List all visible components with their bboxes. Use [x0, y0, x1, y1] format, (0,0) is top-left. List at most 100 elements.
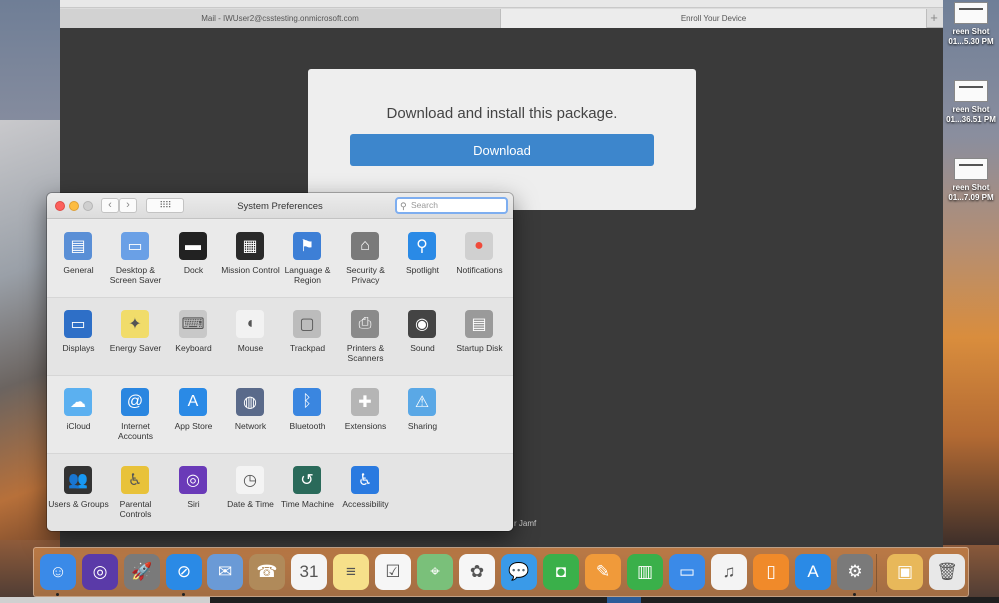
facetime-icon[interactable]: ◘	[543, 554, 579, 590]
pane-security-privacy[interactable]: ⌂ Security & Privacy	[337, 220, 394, 298]
pane-row: ▤ General ▭ Desktop & Screen Saver ▬ Dock ▦ Mis…	[47, 220, 513, 298]
finder-icon[interactable]: ☺	[40, 554, 76, 590]
general-icon: ▤	[64, 232, 92, 260]
pane-label: Dock	[183, 265, 204, 275]
bottom-edge-accent	[607, 597, 641, 603]
desktop-file-screenshot[interactable]: reen Shot 01...5.30 PM	[943, 2, 999, 47]
pane-extensions[interactable]: ✚ Extensions	[337, 376, 394, 454]
pane-bluetooth[interactable]: ᛒ Bluetooth	[279, 376, 336, 454]
desktop-file-screenshot[interactable]: reen Shot 01...36.51 PM	[943, 80, 999, 125]
pane-sharing[interactable]: ⚠ Sharing	[394, 376, 451, 454]
pane-notifications[interactable]: ● Notifications	[451, 220, 508, 298]
pane-printers-scanners[interactable]: ⎙ Printers & Scanners	[337, 298, 394, 376]
pane-mouse[interactable]: ◖ Mouse	[222, 298, 279, 376]
pane-spotlight[interactable]: ⚲ Spotlight	[394, 220, 451, 298]
energy-saver-icon: ✦	[121, 310, 149, 338]
pane-label: Mouse	[237, 343, 264, 353]
extensions-icon: ✚	[351, 388, 379, 416]
system-preferences-icon[interactable]: ⚙	[837, 554, 873, 590]
pane-mission-control[interactable]: ▦ Mission Control	[221, 220, 280, 298]
app-store-icon[interactable]: A	[795, 554, 831, 590]
trash-icon[interactable]: 🗑	[929, 554, 965, 590]
numbers-icon[interactable]: ▥	[627, 554, 663, 590]
pane-app-store[interactable]: A App Store	[165, 376, 222, 454]
pane-label: Trackpad	[289, 343, 326, 353]
contacts-icon[interactable]: ☎	[249, 554, 285, 590]
notifications-icon: ●	[465, 232, 493, 260]
mail-icon[interactable]: ✉	[207, 554, 243, 590]
running-indicator	[853, 593, 856, 596]
tab-enroll-device[interactable]: Enroll Your Device	[501, 9, 927, 28]
minimize-button[interactable]	[69, 201, 79, 211]
download-button[interactable]: Download	[350, 134, 654, 166]
zoom-button[interactable]	[83, 201, 93, 211]
pane-label: Keyboard	[175, 343, 212, 353]
search-input[interactable]: ⚲ Search	[395, 197, 508, 214]
show-all-button[interactable]: ⠿⠿	[146, 198, 184, 213]
pane-label: Users & Groups	[48, 499, 109, 509]
siri-icon[interactable]: ◎	[82, 554, 118, 590]
itunes-icon[interactable]: ♫	[711, 554, 747, 590]
pane-accessibility[interactable]: ♿ Accessibility	[337, 454, 394, 531]
browser-toolbar-strip	[60, 0, 943, 8]
pane-label: iCloud	[66, 421, 91, 431]
pane-label: Extensions	[344, 421, 387, 431]
pane-parental-controls[interactable]: ♿ Parental Controls	[107, 454, 164, 531]
pane-label: Desktop & Screen Saver	[109, 265, 162, 285]
pane-general[interactable]: ▤ General	[50, 220, 107, 298]
pane-label: App Store	[174, 421, 213, 431]
photos-icon[interactable]: ✿	[459, 554, 495, 590]
ibooks-icon[interactable]: ▯	[753, 554, 789, 590]
icloud-icon: ☁	[64, 388, 92, 416]
safari-icon[interactable]: ⊘	[166, 554, 202, 590]
pane-label: Internet Accounts	[118, 421, 153, 441]
language-region-icon: ⚑	[293, 232, 321, 260]
pane-label: Time Machine	[280, 499, 335, 509]
sound-icon: ◉	[408, 310, 436, 338]
calendar-icon[interactable]: 31	[291, 554, 327, 590]
enroll-heading: Download and install this package.	[386, 105, 618, 122]
pane-energy-saver[interactable]: ✦ Energy Saver	[107, 298, 164, 376]
tab-mail[interactable]: Mail - IWUser2@csstesting.onmicrosoft.co…	[60, 9, 501, 28]
pane-row: ▭ Displays ✦ Energy Saver ⌨ Keyboard ◖ Mouse ▢ Tr…	[47, 298, 513, 376]
launchpad-icon[interactable]: 🚀	[124, 554, 160, 590]
system-preferences-window: ‹ › ⠿⠿ System Preferences ⚲ Search ▤ Gene…	[47, 193, 513, 531]
pane-keyboard[interactable]: ⌨ Keyboard	[165, 298, 222, 376]
notes-icon[interactable]: ≡	[333, 554, 369, 590]
new-tab-button[interactable]: +	[927, 10, 941, 26]
pane-displays[interactable]: ▭ Displays	[50, 298, 107, 376]
network-icon: ◍	[236, 388, 264, 416]
close-button[interactable]	[55, 201, 65, 211]
pane-sound[interactable]: ◉ Sound	[394, 298, 451, 376]
dock-icon: ▬	[179, 232, 207, 260]
desktop-file-label: 01...5.30 PM	[948, 37, 994, 46]
forward-button[interactable]: ›	[119, 198, 137, 213]
maps-icon[interactable]: ⌖	[417, 554, 453, 590]
pane-label: Energy Saver	[109, 343, 162, 353]
desktop-file-label: reen Shot	[952, 27, 990, 36]
spotlight-icon: ⚲	[408, 232, 436, 260]
pane-desktop-screensaver[interactable]: ▭ Desktop & Screen Saver	[107, 220, 164, 298]
bottom-edge-light	[0, 597, 210, 603]
desktop-file-screenshot[interactable]: reen Shot 01...7.09 PM	[943, 158, 999, 203]
pane-trackpad[interactable]: ▢ Trackpad	[279, 298, 336, 376]
tab-label: Enroll Your Device	[680, 14, 747, 23]
pane-time-machine[interactable]: ↺ Time Machine	[279, 454, 336, 531]
pane-startup-disk[interactable]: ▤ Startup Disk	[451, 298, 508, 376]
pages-icon[interactable]: ✎	[585, 554, 621, 590]
pane-siri[interactable]: ◎ Siri	[165, 454, 222, 531]
messages-icon[interactable]: 💬	[501, 554, 537, 590]
keyboard-icon: ⌨	[179, 310, 207, 338]
pane-users-groups[interactable]: 👥 Users & Groups	[48, 454, 109, 531]
pane-internet-accounts[interactable]: @ Internet Accounts	[107, 376, 164, 454]
pane-dock[interactable]: ▬ Dock	[165, 220, 222, 298]
pane-language-region[interactable]: ⚑ Language & Region	[279, 220, 336, 298]
pane-icloud[interactable]: ☁ iCloud	[50, 376, 107, 454]
downloads-folder-icon[interactable]: ▣	[887, 554, 923, 590]
pane-label: Network	[234, 421, 267, 431]
pane-date-time[interactable]: ◷ Date & Time	[222, 454, 279, 531]
keynote-icon[interactable]: ▭	[669, 554, 705, 590]
reminders-icon[interactable]: ☑	[375, 554, 411, 590]
pane-network[interactable]: ◍ Network	[222, 376, 279, 454]
back-button[interactable]: ‹	[101, 198, 119, 213]
